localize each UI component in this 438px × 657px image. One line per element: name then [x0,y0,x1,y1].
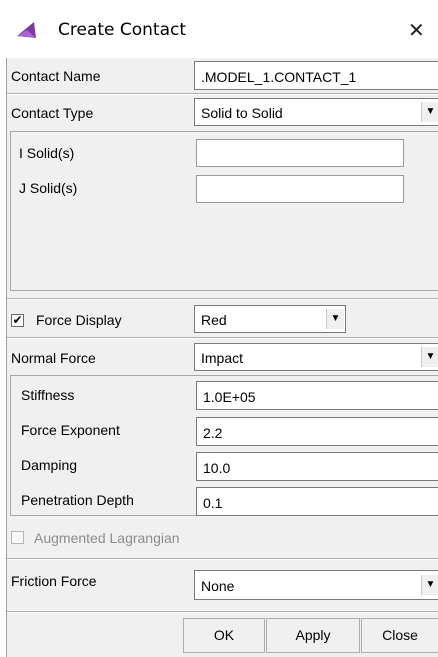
stiffness-field[interactable]: 1.0E+05 [196,381,438,410]
friction-force-select[interactable]: None ▼ [194,570,438,600]
force-display-label: Force Display [36,312,122,328]
window-title: Create Contact [58,20,187,40]
chevron-down-icon[interactable]: ▼ [421,347,438,367]
normal-force-select[interactable]: Impact ▼ [194,343,438,371]
damping-label: Damping [21,457,78,473]
j-solids-label: J Solid(s) [19,180,78,196]
normal-force-value: Impact [201,350,244,366]
force-exponent-label: Force Exponent [21,422,120,438]
penetration-depth-field[interactable]: 0.1 [196,487,438,516]
contact-name-field[interactable]: .MODEL_1.CONTACT_1 [194,61,438,90]
close-button[interactable]: Close [361,618,438,653]
normal-force-label: Normal Force [11,350,96,366]
i-solids-field[interactable] [196,139,404,167]
augmented-lagrangian-label: Augmented Lagrangian [34,530,180,546]
force-display-color-select[interactable]: Red ▼ [194,305,346,333]
force-display-color-value: Red [201,312,227,328]
stiffness-label: Stiffness [21,387,75,403]
chevron-down-icon[interactable]: ▼ [421,575,438,595]
force-exponent-field[interactable]: 2.2 [196,417,438,446]
apply-button[interactable]: Apply [266,618,360,653]
ok-button[interactable]: OK [183,618,265,653]
j-solids-field[interactable] [196,175,404,203]
contact-type-value: Solid to Solid [201,105,283,121]
damping-field[interactable]: 10.0 [196,452,438,481]
i-solids-label: I Solid(s) [19,145,75,161]
create-contact-dialog: Contact Name .MODEL_1.CONTACT_1 Contact … [6,58,438,657]
contact-type-label: Contact Type [11,105,94,121]
chevron-down-icon[interactable]: ▼ [326,309,344,329]
friction-force-value: None [201,578,235,594]
penetration-depth-label: Penetration Depth [21,492,134,508]
contact-type-select[interactable]: Solid to Solid ▼ [194,98,438,126]
close-icon[interactable]: ✕ [408,18,425,42]
augmented-lagrangian-checkbox[interactable] [11,531,24,544]
contact-name-label: Contact Name [11,68,101,84]
adams-app-icon [17,22,36,38]
title-bar[interactable]: Create Contact ✕ [0,0,438,58]
chevron-down-icon[interactable]: ▼ [421,102,438,122]
friction-force-label: Friction Force [11,573,97,589]
force-display-checkbox[interactable]: ✔ [11,314,24,327]
